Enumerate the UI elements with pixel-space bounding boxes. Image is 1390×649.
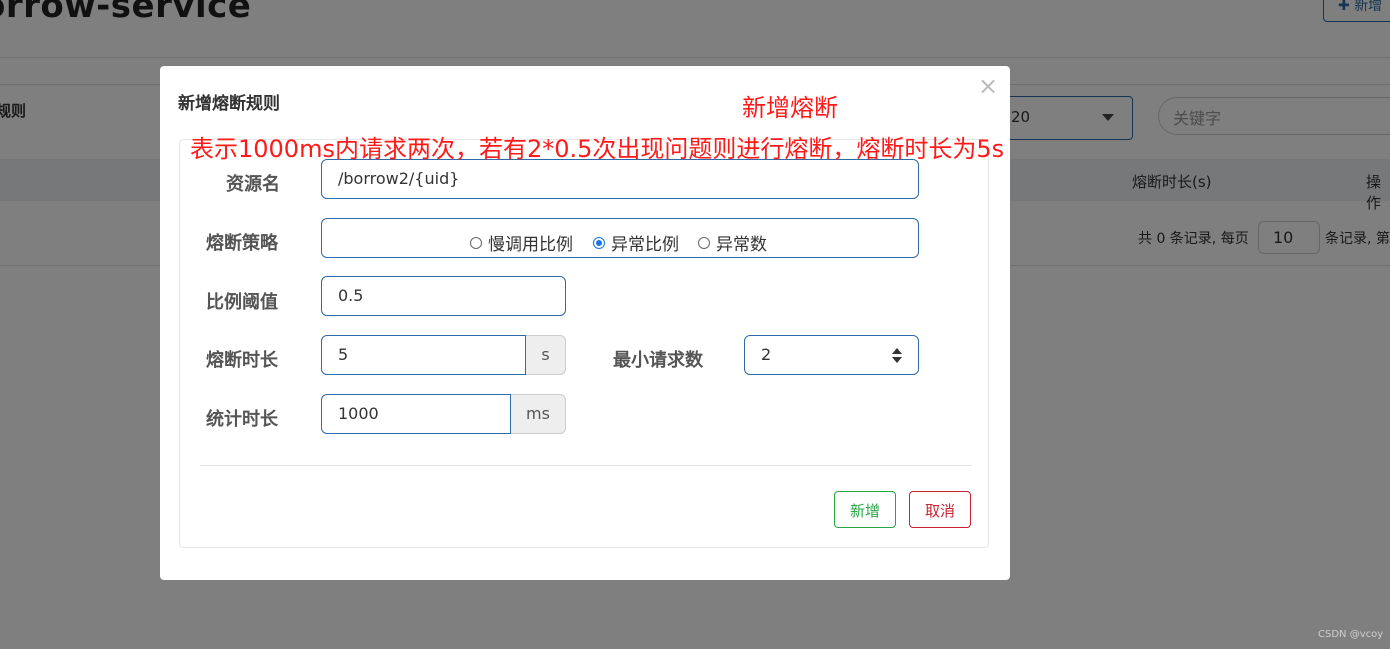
resource-input[interactable]: /borrow2/{uid}: [321, 159, 919, 199]
radio-unchecked-icon: [470, 237, 482, 249]
radio-checked-icon: [593, 237, 605, 249]
footer-divider: [200, 465, 972, 466]
resource-label: 资源名: [226, 174, 280, 195]
spinner-arrows-icon[interactable]: [892, 348, 902, 364]
ratio-threshold-label: 比例阈值: [206, 292, 278, 313]
break-duration-unit: s: [526, 335, 566, 375]
radio-error-ratio[interactable]: 异常比例: [593, 230, 679, 255]
annotation-note: 表示1000ms内请求两次，若有2*0.5次出现问题则进行熔断，熔断时长为5s: [190, 135, 1005, 163]
ratio-threshold-input[interactable]: 0.5: [321, 276, 566, 316]
annotation-heading: 新增熔断: [742, 94, 838, 122]
radio-slow-ratio[interactable]: 慢调用比例: [470, 230, 573, 255]
add-circuit-breaker-dialog: 新增熔断规则 × 资源名 /borrow2/{uid} 熔断策略 慢调用比例 异…: [160, 66, 1010, 580]
min-requests-label: 最小请求数: [613, 350, 703, 371]
min-requests-value: 2: [761, 345, 772, 364]
stat-duration-input[interactable]: 1000: [321, 394, 511, 434]
break-duration-label: 熔断时长: [206, 350, 278, 371]
min-requests-stepper[interactable]: 2: [744, 335, 919, 375]
cancel-button[interactable]: 取消: [909, 491, 971, 528]
stat-duration-unit: ms: [511, 394, 566, 434]
confirm-add-button[interactable]: 新增: [834, 491, 896, 528]
radio-error-ratio-label: 异常比例: [611, 235, 679, 255]
radio-slow-ratio-label: 慢调用比例: [488, 235, 573, 255]
radio-unchecked-icon: [698, 237, 710, 249]
watermark: CSDN @vcoy: [1318, 629, 1384, 640]
strategy-radio-group: 慢调用比例 异常比例 异常数: [321, 218, 919, 258]
radio-error-count[interactable]: 异常数: [698, 230, 767, 255]
radio-error-count-label: 异常数: [716, 235, 767, 255]
strategy-label: 熔断策略: [206, 233, 278, 254]
dialog-title: 新增熔断规则: [178, 94, 280, 114]
break-duration-input[interactable]: 5: [321, 335, 526, 375]
close-icon[interactable]: ×: [978, 72, 998, 100]
stat-duration-label: 统计时长: [206, 409, 278, 430]
